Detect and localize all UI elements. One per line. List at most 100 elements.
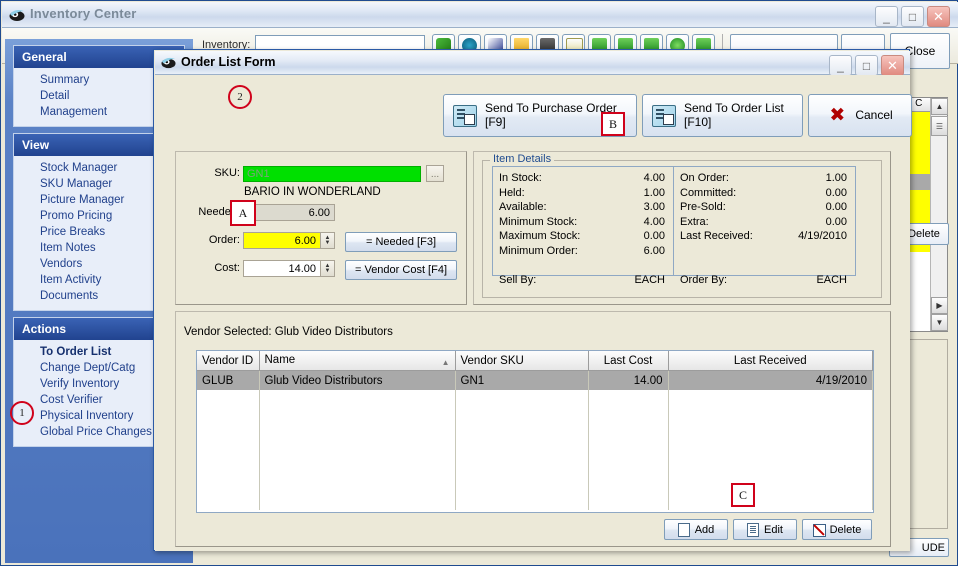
detail-row: In Stock: 4.00 [499,171,665,186]
empty-cell [668,390,873,510]
delete-label: Delete [829,523,862,536]
scrollbar-thumb[interactable]: ☰ [931,116,948,136]
column-header-last-cost[interactable]: Last Cost [588,351,669,371]
add-label: Add [694,523,715,536]
vendor-table-header-row: Vendor ID Name ▲ Vendor SKU Last Cost Las… [197,351,873,371]
vendor-panel: Vendor Selected: Glub Video Distributors… [175,311,891,547]
minimize-icon: _ [837,58,844,73]
detail-key: Last Received: [680,230,753,243]
detail-value: 3.00 [643,201,665,214]
detail-row: Maximum Stock: 0.00 [499,229,665,244]
column-header-last-received[interactable]: Last Received [668,351,873,371]
table-empty-area [197,390,873,510]
table-row[interactable]: GLUB Glub Video Distributors GN1 14.00 4… [197,370,873,390]
detail-value: 0.00 [643,230,665,243]
scroll-up-icon[interactable]: ▲ [931,98,948,115]
item-description: BARIO IN WONDERLAND [244,186,381,198]
detail-key: Pre-Sold: [680,201,726,214]
annotation-a: A [230,200,256,226]
vendor-selected-label: Vendor Selected: Glub Video Distributors [184,326,393,338]
column-header-name-label: Name [264,354,296,366]
cost-stepper[interactable]: ▲ ▼ [321,260,335,277]
detail-key: Minimum Stock: [499,215,578,228]
detail-key: Maximum Stock: [499,230,581,243]
detail-row: Last Received: 4/19/2010 [680,229,847,244]
detail-row: Pre-Sold: 0.00 [680,200,847,215]
annotation-c: C [731,483,755,507]
minimize-icon: _ [883,9,890,24]
cancel-label: Cancel [855,107,893,122]
main-maximize-button[interactable]: □ [901,6,924,27]
dialog-minimize-button[interactable]: _ [829,55,852,76]
main-minimize-button[interactable]: _ [875,6,898,27]
dialog-titlebar: Order List Form _ □ ✕ [155,51,910,76]
detail-key: Available: [499,201,547,214]
detail-key: Held: [499,186,525,199]
annotation-1: 1 [10,401,34,425]
needed-value: 6.00 [243,204,335,221]
main-window-titlebar: Inventory Center _ □ ✕ [2,2,958,28]
app-icon [9,10,25,21]
dialog-action-buttons: Send To Purchase Order [F9] Send To Orde… [443,94,912,137]
sku-input[interactable]: GN1 [243,166,421,182]
cell-last-cost: 14.00 [588,370,669,390]
detail-row: Minimum Stock: 4.00 [499,215,665,230]
edit-button[interactable]: Edit [733,519,797,540]
vendor-grid[interactable]: Vendor ID Name ▲ Vendor SKU Last Cost Las… [196,350,874,513]
detail-value: 0.00 [825,201,847,214]
column-header-vendor-sku[interactable]: Vendor SKU [455,351,589,371]
order-by-row: Order By: EACH [680,273,847,288]
cell-name: Glub Video Distributors [259,370,456,390]
send-icon [453,104,477,127]
dialog-close-button[interactable]: ✕ [881,55,904,76]
detail-key: Extra: [680,215,709,228]
sell-by-label: Sell By: [499,273,537,286]
add-button[interactable]: Add [664,519,728,540]
set-to-vendor-cost-button[interactable]: = Vendor Cost [F4] [345,260,457,280]
cost-label: Cost: [214,262,240,274]
vendor-action-buttons: Add Edit Delete [664,519,872,540]
scroll-right-icon[interactable]: ▶ [931,297,948,314]
item-details-right-column: On Order: 1.00 Committed: 0.00 Pre-Sold: 0.… [674,167,855,286]
item-details-left-column: In Stock: 4.00 Held: 1.00 Available: 3.00 M… [493,167,674,286]
empty-cell [197,390,260,510]
send-icon [652,104,676,127]
screen: Inventory Center _ □ ✕ Inventory: Close … [0,0,958,566]
set-to-needed-button[interactable]: = Needed [F3] [345,232,457,252]
delete-button[interactable]: Delete [802,519,872,540]
main-window-title: Inventory Center [30,6,137,21]
empty-cell [259,390,456,510]
send-to-order-list-label: Send To Order List [F10] [684,100,784,129]
order-label: Order: [208,234,240,246]
scroll-down-icon[interactable]: ▼ [931,314,948,331]
detail-row: Extra: 0.00 [680,215,847,230]
detail-key: In Stock: [499,172,542,184]
cell-vendor-sku: GN1 [455,370,589,390]
detail-row: Committed: 0.00 [680,186,847,201]
empty-cell [588,390,669,510]
close-icon: ✕ [887,58,898,73]
sku-label: SKU: [214,167,240,179]
item-details-grid: In Stock: 4.00 Held: 1.00 Available: 3.00 M… [492,166,856,286]
cost-input[interactable]: 14.00 [243,260,321,277]
column-header-vendor-id[interactable]: Vendor ID [197,351,260,371]
stock-grid-scrollbar[interactable]: ▲ ☰ ▶ ▼ [930,98,948,331]
order-stepper[interactable]: ▲ ▼ [321,232,335,249]
close-icon: ✕ [933,9,944,24]
vendor-table: Vendor ID Name ▲ Vendor SKU Last Cost Las… [197,351,873,510]
dialog-maximize-button[interactable]: □ [855,55,878,76]
sku-browse-button[interactable]: ... [426,165,444,182]
annotation-b: B [601,112,625,136]
column-header-name[interactable]: Name ▲ [259,351,456,371]
dialog-body: Send To Purchase Order [F9] Send To Orde… [155,75,912,551]
main-close-button[interactable]: ✕ [927,6,950,27]
cell-last-received: 4/19/2010 [668,370,873,390]
cancel-button[interactable]: ✖ Cancel [808,94,912,137]
order-input[interactable]: 6.00 [243,232,321,249]
empty-cell [455,390,589,510]
detail-key: Minimum Order: [499,244,578,257]
send-to-order-list-button[interactable]: Send To Order List [F10] [642,94,803,137]
detail-key: Committed: [680,186,737,199]
detail-key: On Order: [680,172,729,184]
detail-row: On Order: 1.00 [680,171,847,186]
